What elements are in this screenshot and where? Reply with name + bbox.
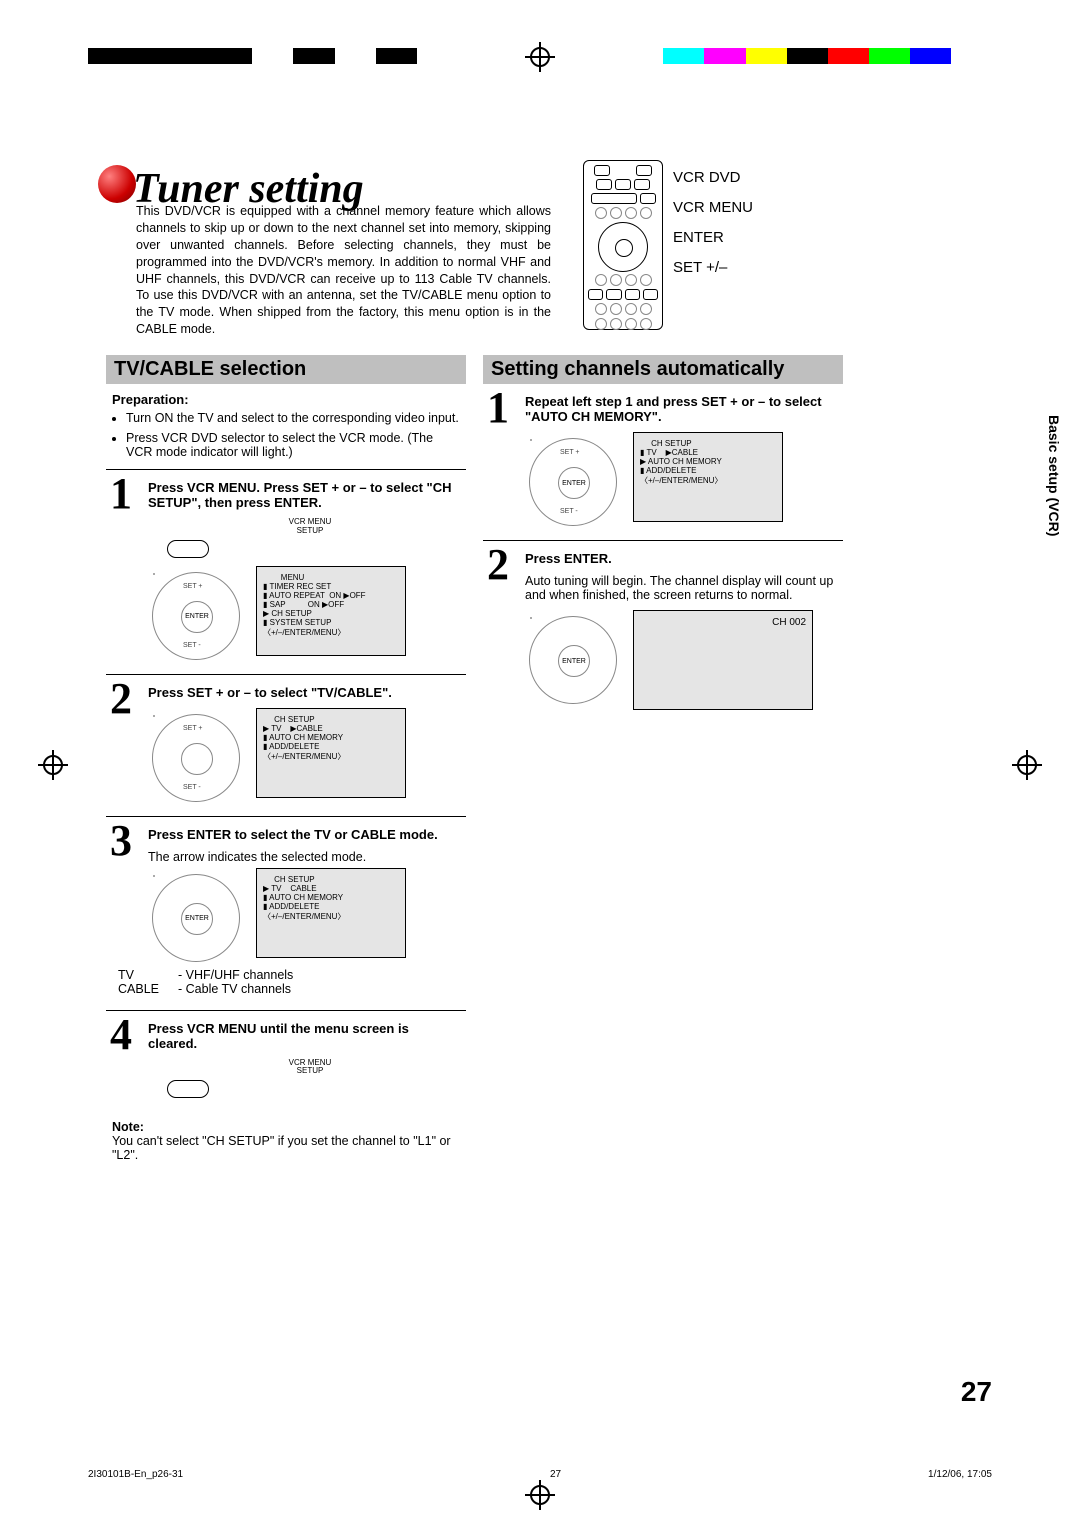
osd-screen: CH SETUP ▶ TV CABLE ▮ AUTO CH MEMORY ▮ A… — [256, 868, 406, 958]
osd-screen: CH SETUP ▶ TV ▶CABLE ▮ AUTO CH MEMORY ▮ … — [256, 708, 406, 798]
osd-screen: CH SETUP ▮ TV ▶CABLE ▶ AUTO CH MEMORY ▮ … — [633, 432, 783, 522]
step: 4 Press VCR MENU until the menu screen i… — [106, 1011, 466, 1113]
remote-diagram — [583, 160, 663, 330]
left-column: TV/CABLE selection Preparation: Turn ON … — [106, 355, 466, 1170]
step-number: 2 — [487, 543, 509, 587]
section-heading: Setting channels automatically — [483, 355, 843, 384]
registration-mark — [525, 42, 555, 72]
remote-label: ENTER — [673, 223, 753, 253]
remote-label-list: VCR DVD VCR MENU ENTER SET +/– — [673, 163, 753, 283]
step-body: The arrow indicates the selected mode. — [148, 850, 460, 864]
osd-screen: MENU ▮ TIMER REC SET ▮ AUTO REPEAT ON ▶O… — [256, 566, 406, 656]
remote-label: VCR MENU — [673, 193, 753, 223]
remote-label: SET +/– — [673, 253, 753, 283]
step-instruction: Repeat left step 1 and press SET + or – … — [525, 394, 837, 424]
dpad-diagram: ENTER — [529, 616, 617, 704]
manual-page: Tuner setting This DVD/VCR is equipped w… — [0, 0, 1080, 1528]
page-number: 27 — [961, 1376, 992, 1408]
button-label: VCR MENU SETUP — [160, 1059, 460, 1077]
button-label: VCR MENU SETUP — [160, 518, 460, 536]
list-item: Press VCR DVD selector to select the VCR… — [126, 431, 460, 459]
dpad-diagram: SET + ENTER SET - — [152, 572, 240, 660]
step-instruction: Press VCR MENU. Press SET + or – to sele… — [148, 480, 460, 510]
note-title: Note: — [112, 1120, 144, 1134]
footer-page: 27 — [550, 1469, 561, 1480]
step: 2 Press SET + or – to select "TV/CABLE".… — [106, 675, 466, 817]
right-column: Setting channels automatically 1 Repeat … — [483, 355, 843, 724]
registration-mark — [38, 750, 68, 780]
step-instruction: Press VCR MENU until the menu screen is … — [148, 1021, 460, 1051]
step-instruction: Press ENTER. — [525, 551, 837, 566]
step-instruction: Press SET + or – to select "TV/CABLE". — [148, 685, 460, 700]
step-number: 2 — [110, 677, 132, 721]
note: Note: You can't select "CH SETUP" if you… — [112, 1120, 460, 1162]
step-number: 1 — [487, 386, 509, 430]
step-number: 3 — [110, 819, 132, 863]
footer-date: 1/12/06, 17:05 — [928, 1469, 992, 1480]
mode-table: TV- VHF/UHF channels CABLE- Cable TV cha… — [118, 968, 460, 996]
step-number: 1 — [110, 472, 132, 516]
dpad-diagram: SET + SET - — [152, 714, 240, 802]
step: 2 Press ENTER. Auto tuning will begin. T… — [483, 541, 843, 724]
step: 3 Press ENTER to select the TV or CABLE … — [106, 817, 466, 1011]
preparation-list: Turn ON the TV and select to the corresp… — [126, 411, 460, 459]
step-number: 4 — [110, 1013, 132, 1057]
note-body: You can't select "CH SETUP" if you set t… — [112, 1134, 451, 1162]
page-content: Tuner setting This DVD/VCR is equipped w… — [88, 155, 992, 1448]
print-footer: 2I30101B-En_p26-31 27 1/12/06, 17:05 — [88, 1469, 992, 1480]
step-instruction: Press ENTER to select the TV or CABLE mo… — [148, 827, 460, 842]
section-heading: TV/CABLE selection — [106, 355, 466, 384]
preparation-heading: Preparation: — [112, 392, 460, 407]
registration-mark — [525, 1480, 555, 1510]
dpad-diagram: ENTER — [152, 874, 240, 962]
section-tab: Basic setup (VCR) — [1046, 415, 1062, 536]
step: 1 Press VCR MENU. Press SET + or – to se… — [106, 469, 466, 675]
step: 1 Repeat left step 1 and press SET + or … — [483, 384, 843, 541]
intro-paragraph: This DVD/VCR is equipped with a channel … — [136, 203, 551, 338]
step-body: Auto tuning will begin. The channel disp… — [525, 574, 837, 602]
remote-label: VCR DVD — [673, 163, 753, 193]
vcr-menu-button-icon — [167, 1080, 209, 1098]
osd-screen: CH 002 — [633, 610, 813, 710]
dpad-diagram: SET + ENTER SET - — [529, 438, 617, 526]
list-item: Turn ON the TV and select to the corresp… — [126, 411, 460, 425]
footer-file: 2I30101B-En_p26-31 — [88, 1469, 183, 1480]
vcr-menu-button-icon — [167, 540, 209, 558]
registration-mark — [1012, 750, 1042, 780]
section-bullet-icon — [98, 165, 136, 203]
